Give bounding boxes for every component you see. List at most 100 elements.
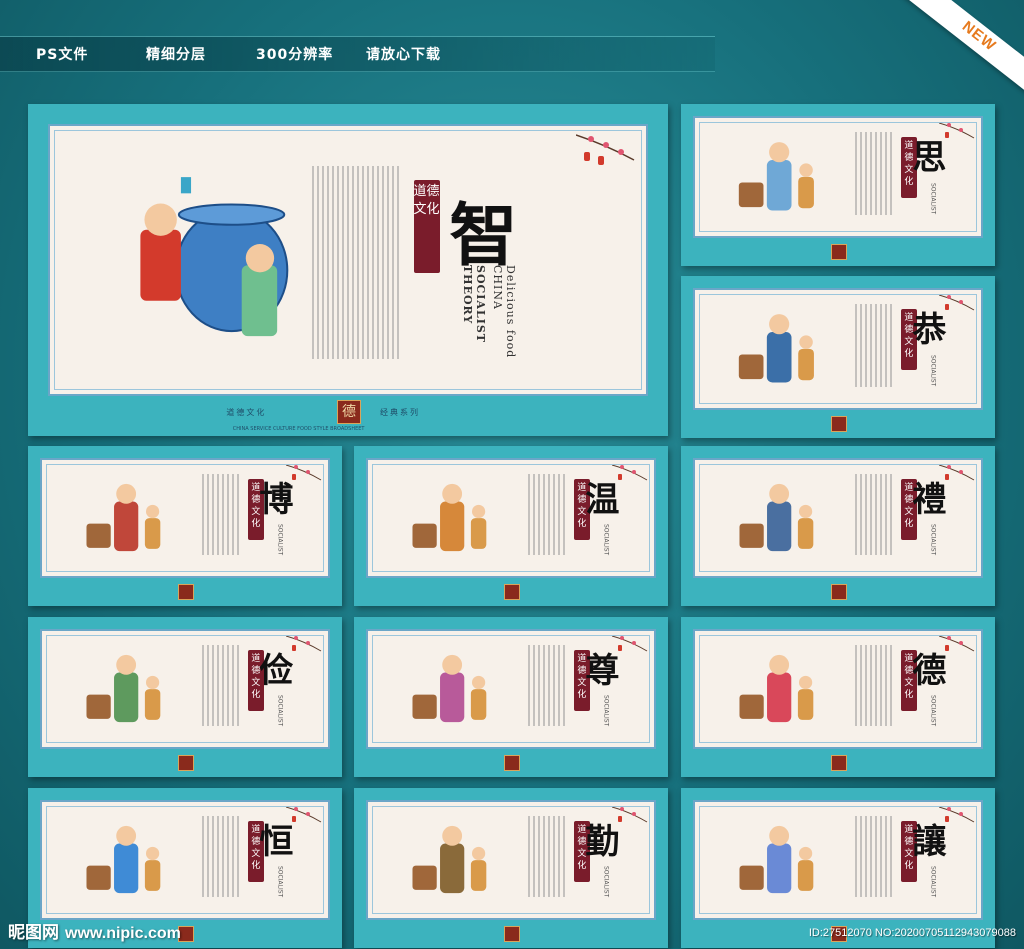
panel-tag: 道德文化 [247,820,264,882]
panel-title-char: 德 [912,650,947,691]
panel-inner: 道德文化 俭 SOCIALIST [40,629,330,749]
panel-text-block [855,815,896,898]
main-panel: 道德文化 智 Delicious food CHINA SOCIALIST TH… [28,104,668,436]
new-label: NEW [958,17,1000,55]
panel-tag: 道德文化 [573,820,590,882]
panel-inner: 道德文化 勤 SOCIALIST [366,800,656,920]
figure-illustration [739,483,814,552]
panel-title-char: 尊 [585,650,620,691]
panel-seal [504,926,520,942]
panel-inner: 道德文化 博 SOCIALIST [40,458,330,578]
panel-sub-text: SOCIALIST [276,865,284,897]
figure-illustration [738,314,814,383]
plum-blossom-icon [612,464,648,481]
main-title-char: 智 [449,195,518,276]
watermark-site: 昵图网 www.nipic.com [8,918,181,943]
panel-text-block [528,644,569,727]
panel-tag: 道德文化 [247,478,264,540]
figure-illustration [86,825,161,894]
panel-title-char: 恭 [912,309,947,350]
main-text-block [312,166,402,360]
new-ribbon: NEW [900,0,1024,98]
panel-seal [831,416,847,432]
panel-title-char: 温 [585,479,620,520]
top-banner: PS文件 精细分层 300分辨率 请放心下载 [0,36,715,72]
banner-item-resolution: 300分辨率 [256,47,334,63]
figure-illustration [86,654,161,723]
figure-illustration [86,483,161,552]
plum-blossom-icon [576,134,635,165]
banner-item-ps-file: PS文件 [36,47,89,63]
plum-blossom-icon [612,806,648,823]
panel-text-block [855,644,896,727]
children-jar-illustration [139,176,288,336]
culture-panel-5: 道德文化 禮 SOCIALIST [681,446,995,606]
panel-seal [178,755,194,771]
panel-tag: 道德文化 [900,136,917,198]
panel-text-block [855,473,896,556]
plum-blossom-icon [939,635,975,652]
panel-tag: 道德文化 [573,649,590,711]
panel-sub-text: SOCIALIST [929,182,937,215]
panel-title-char: 勤 [585,821,620,862]
main-seal: 德 [337,400,361,424]
panel-inner: 道德文化 思 SOCIALIST [693,116,983,238]
panel-tag: 道德文化 [573,478,590,540]
culture-panel-11: 道德文化 讓 SOCIALIST [681,788,995,948]
panel-sub-text: SOCIALIST [602,694,610,726]
culture-panel-8: 道德文化 德 SOCIALIST [681,617,995,777]
plum-blossom-icon [939,294,975,311]
panel-text-block [202,815,243,898]
figure-illustration [412,825,487,894]
panel-text-block [202,644,243,727]
panel-title-char: 禮 [912,479,947,520]
panel-inner: 道德文化 恭 SOCIALIST [693,288,983,410]
panel-seal [178,584,194,600]
panel-inner: 道德文化 禮 SOCIALIST [693,458,983,578]
panel-seal [831,584,847,600]
main-en-text: Delicious food CHINA [491,265,518,359]
figure-illustration [739,825,814,894]
figure-illustration [412,654,487,723]
figure-illustration [412,483,487,552]
panel-inner: 道德文化 讓 SOCIALIST [693,800,983,920]
plum-blossom-icon [939,806,975,823]
panel-text-block [855,132,896,215]
panel-seal [831,244,847,260]
main-foot-en: CHINA SERVICE CULTURE FOOD STYLE BROADSH… [232,426,365,432]
culture-panel-1: 道德文化 思 SOCIALIST [681,104,995,266]
panel-inner: 道德文化 温 SOCIALIST [366,458,656,578]
culture-panel-6: 道德文化 俭 SOCIALIST [28,617,342,777]
main-foot-right: 经典系列 [380,408,420,417]
panel-inner: 道德文化 尊 SOCIALIST [366,629,656,749]
watermark-id: ID:27512070 NO:20200705112943079088 [808,927,1016,939]
figure-illustration [738,142,814,211]
panel-sub-text: SOCIALIST [929,354,937,387]
panel-text-block [528,473,569,556]
banner-item-download: 请放心下载 [366,47,441,63]
panel-title-char: 俭 [259,650,294,691]
panel-seal [831,755,847,771]
panel-text-block [855,304,896,387]
culture-panel-3: 道德文化 博 SOCIALIST [28,446,342,606]
panel-seal [504,584,520,600]
panel-seal [504,755,520,771]
panel-text-block [528,815,569,898]
panel-tag: 道德文化 [900,308,917,370]
panel-title-char: 恒 [259,821,294,862]
main-panel-inner: 道德文化 智 Delicious food CHINA SOCIALIST TH… [48,124,648,396]
plum-blossom-icon [612,635,648,652]
panel-sub-text: SOCIALIST [929,694,937,726]
panel-tag: 道德文化 [900,478,917,540]
panel-sub-text: SOCIALIST [602,865,610,897]
culture-panel-7: 道德文化 尊 SOCIALIST [354,617,668,777]
panel-text-block [202,473,243,556]
plum-blossom-icon [286,464,322,481]
panel-sub-text: SOCIALIST [929,523,937,555]
main-tag: 道德文化 [413,179,440,273]
panel-tag: 道德文化 [247,649,264,711]
culture-panel-10: 道德文化 勤 SOCIALIST [354,788,668,948]
panel-inner: 道德文化 恒 SOCIALIST [40,800,330,920]
panel-inner: 道德文化 德 SOCIALIST [693,629,983,749]
watermark-site-name: 昵图网 [8,923,59,943]
